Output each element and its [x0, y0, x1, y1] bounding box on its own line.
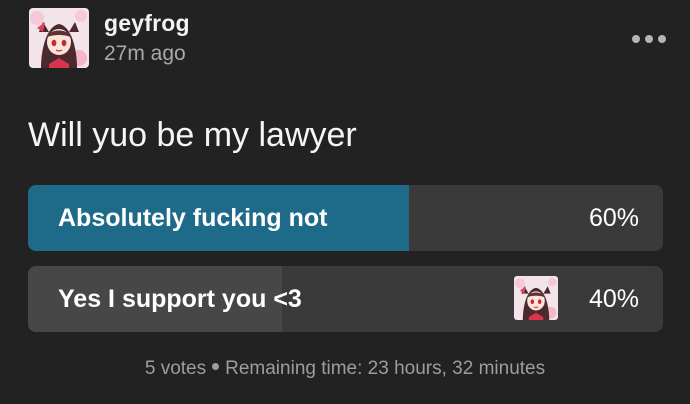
more-horizontal-icon — [645, 35, 653, 43]
poll-option[interactable]: Absolutely fucking not 60% — [28, 185, 663, 251]
author-username[interactable]: geyfrog — [104, 10, 190, 37]
voter-avatar — [514, 276, 558, 320]
poll-option[interactable]: Yes I support you <3 40% — [28, 266, 663, 332]
anime-avatar-icon — [29, 8, 89, 68]
author-avatar[interactable] — [29, 8, 89, 68]
more-options-button[interactable] — [628, 26, 670, 52]
anime-avatar-icon — [514, 276, 558, 320]
poll-option-percent: 40% — [588, 284, 639, 313]
poll-option-label: Yes I support you <3 — [58, 284, 302, 313]
more-horizontal-icon — [658, 35, 666, 43]
poll-question: Will yuo be my lawyer — [28, 116, 357, 154]
post-timestamp: 27m ago — [104, 42, 186, 65]
poll-footer: 5 votes Remaining time: 23 hours, 32 minu… — [0, 358, 690, 380]
poll-remaining-time: Remaining time: 23 hours, 32 minutes — [225, 358, 546, 379]
poll-option-percent: 60% — [588, 203, 639, 232]
poll-option-label: Absolutely fucking not — [58, 203, 328, 232]
more-horizontal-icon — [632, 35, 640, 43]
poll-vote-count: 5 votes — [144, 358, 207, 379]
bullet-separator-icon — [212, 363, 220, 371]
